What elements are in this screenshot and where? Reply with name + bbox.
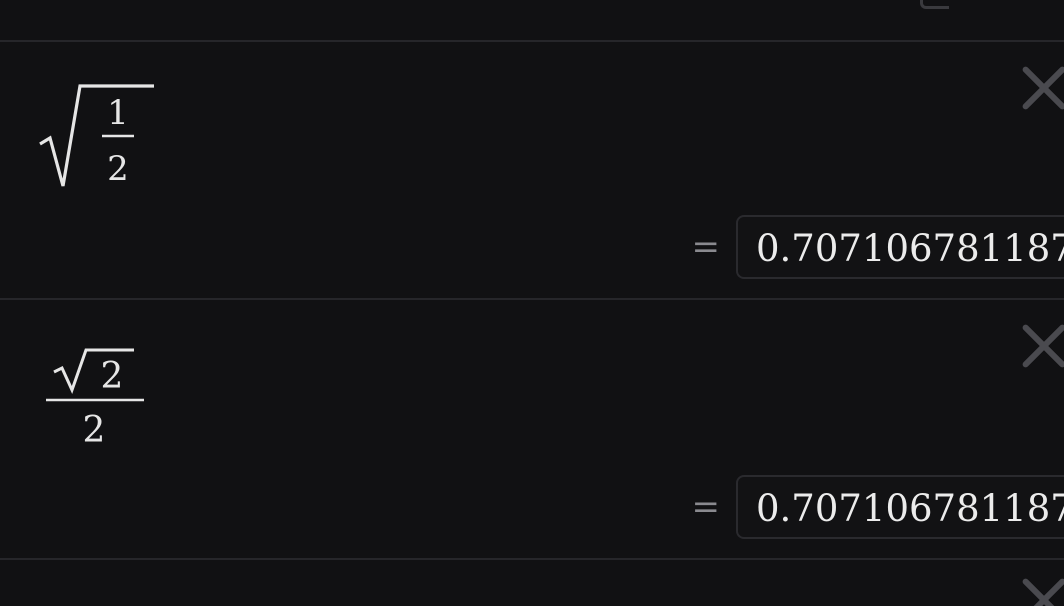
denominator: 2 bbox=[83, 410, 106, 451]
result-row: = 0.707106781187 bbox=[692, 215, 1064, 279]
partial-icon bbox=[920, 0, 949, 9]
denominator: 2 bbox=[107, 149, 129, 189]
expression-row[interactable] bbox=[0, 560, 1064, 606]
previous-expression-edge bbox=[0, 0, 1064, 42]
numerator: 1 bbox=[107, 93, 129, 133]
expression-row[interactable]: 2 2 = 0.707106781187 bbox=[0, 300, 1064, 560]
math-input[interactable]: 1 2 bbox=[36, 80, 166, 195]
expression-row[interactable]: 1 2 = 0.707106781187 bbox=[0, 42, 1064, 300]
math-input[interactable]: 2 2 bbox=[42, 338, 152, 453]
fraction-sqrt-formula: 2 2 bbox=[46, 348, 144, 451]
equals-sign: = bbox=[691, 487, 721, 527]
equals-sign: = bbox=[691, 227, 721, 267]
close-icon[interactable] bbox=[1022, 578, 1064, 606]
calculator-expression-list: 1 2 = 0.707106781187 2 2 = 0.70710678118… bbox=[0, 0, 1064, 606]
close-icon[interactable] bbox=[1022, 66, 1064, 110]
radicand: 2 bbox=[101, 356, 124, 397]
radical-sign bbox=[39, 84, 154, 187]
close-icon[interactable] bbox=[1022, 324, 1064, 368]
result-value[interactable]: 0.707106781187 bbox=[736, 215, 1064, 279]
sqrt-fraction-formula: 1 2 bbox=[39, 84, 154, 189]
result-row: = 0.707106781187 bbox=[692, 475, 1064, 539]
result-value[interactable]: 0.707106781187 bbox=[736, 475, 1064, 539]
